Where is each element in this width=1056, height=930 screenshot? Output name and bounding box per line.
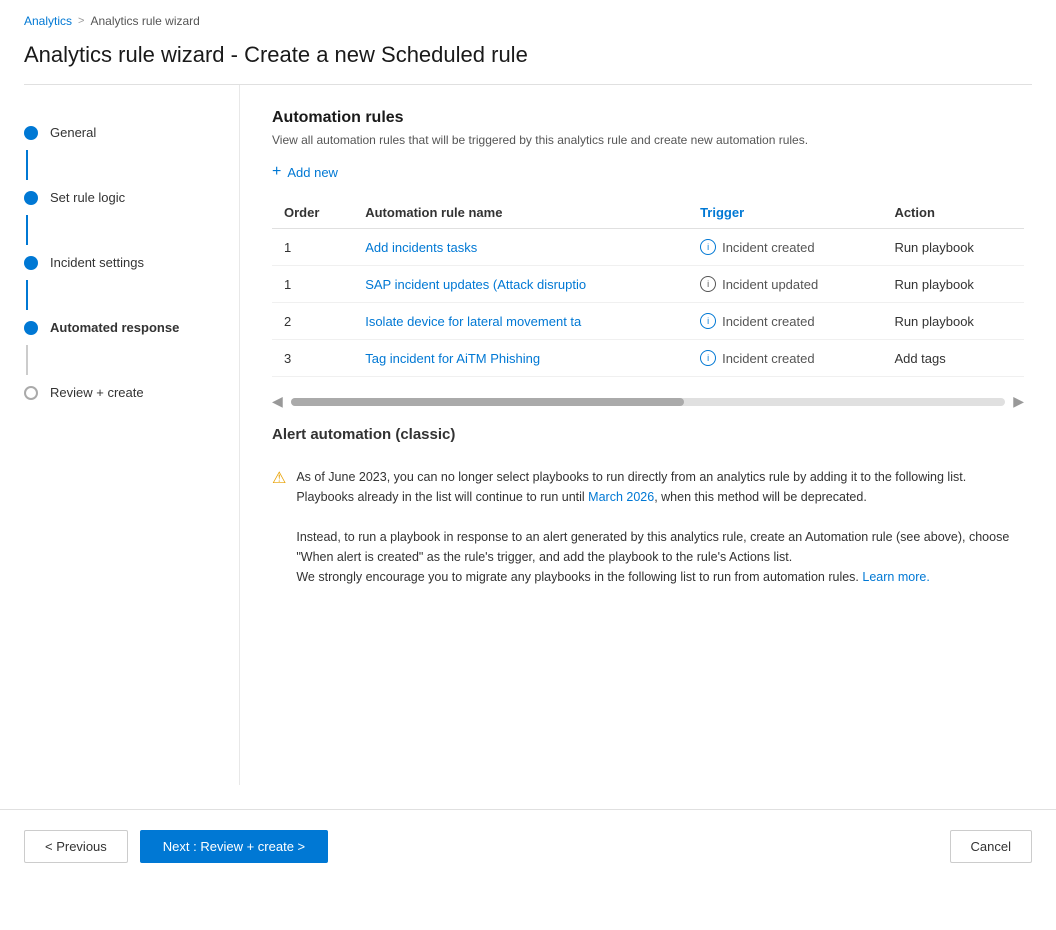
cell-order: 2 xyxy=(272,303,353,340)
warning-text-content: As of June 2023, you can no longer selec… xyxy=(296,467,1024,587)
breadcrumb-separator: > xyxy=(78,15,84,27)
cell-trigger: i Incident created xyxy=(688,303,882,340)
nav-item-set-rule-logic[interactable]: Set rule logic xyxy=(20,180,219,215)
nav-label-set-rule-logic: Set rule logic xyxy=(50,190,125,205)
nav-dot-general xyxy=(24,126,38,140)
next-review-create-button[interactable]: Next : Review + create > xyxy=(140,830,328,863)
warning-text-1: As of June 2023, you can no longer selec… xyxy=(296,470,966,504)
trigger-label: Incident created xyxy=(722,314,815,329)
cell-order: 3 xyxy=(272,340,353,377)
table-row: 3Tag incident for AiTM Phishing i Incident… xyxy=(272,340,1024,377)
nav-label-automated-response: Automated response xyxy=(50,320,179,335)
col-name: Automation rule name xyxy=(353,197,688,229)
cell-trigger: i Incident created xyxy=(688,229,882,266)
nav-dot-automated-response xyxy=(24,321,38,335)
cell-name[interactable]: Tag incident for AiTM Phishing xyxy=(353,340,688,377)
nav-item-incident-settings[interactable]: Incident settings xyxy=(20,245,219,280)
nav-item-review-create[interactable]: Review + create xyxy=(20,375,219,410)
scrollbar-thumb xyxy=(291,398,684,406)
cell-action: Run playbook xyxy=(882,266,1024,303)
trigger-icon: i xyxy=(700,239,716,255)
right-content: Automation rules View all automation rul… xyxy=(240,85,1056,785)
alert-automation-section: Alert automation (classic) ⚠ As of June … xyxy=(272,426,1024,599)
trigger-label: Incident created xyxy=(722,240,815,255)
cell-name[interactable]: SAP incident updates (Attack disruptio xyxy=(353,266,688,303)
nav-dot-set-rule-logic xyxy=(24,191,38,205)
trigger-icon: i xyxy=(700,350,716,366)
footer: < Previous Next : Review + create > Canc… xyxy=(0,810,1056,883)
add-new-label: Add new xyxy=(287,165,338,180)
col-trigger: Trigger xyxy=(688,197,882,229)
cell-trigger: i Incident updated xyxy=(688,266,882,303)
automation-rules-table: Order Automation rule name Trigger Actio… xyxy=(272,197,1024,377)
automation-rules-desc: View all automation rules that will be t… xyxy=(272,133,1024,147)
scroll-right-icon[interactable]: ▶ xyxy=(1013,393,1024,410)
nav-dot-review-create xyxy=(24,386,38,400)
wizard-nav: General Set rule logic Incident settings… xyxy=(0,85,240,785)
table-row: 2Isolate device for lateral movement tai… xyxy=(272,303,1024,340)
nav-label-general: General xyxy=(50,125,96,140)
cell-name[interactable]: Isolate device for lateral movement ta xyxy=(353,303,688,340)
cell-action: Run playbook xyxy=(882,229,1024,266)
breadcrumb: Analytics > Analytics rule wizard xyxy=(0,0,1056,34)
trigger-label: Incident updated xyxy=(722,277,818,292)
warning-text-3: We strongly encourage you to migrate any… xyxy=(296,570,929,584)
col-order: Order xyxy=(272,197,353,229)
trigger-icon: i xyxy=(700,276,716,292)
nav-line-4 xyxy=(26,345,28,375)
cell-trigger: i Incident created xyxy=(688,340,882,377)
previous-button[interactable]: < Previous xyxy=(24,830,128,863)
nav-line-2 xyxy=(26,215,28,245)
nav-line-3 xyxy=(26,280,28,310)
trigger-label: Incident created xyxy=(722,351,815,366)
warning-box: ⚠ As of June 2023, you can no longer sel… xyxy=(272,455,1024,599)
alert-automation-title: Alert automation (classic) xyxy=(272,426,1024,443)
breadcrumb-parent[interactable]: Analytics xyxy=(24,14,72,28)
cancel-button[interactable]: Cancel xyxy=(950,830,1032,863)
learn-more-link[interactable]: Learn more. xyxy=(862,570,929,584)
nav-item-general[interactable]: General xyxy=(20,115,219,150)
footer-left: < Previous Next : Review + create > xyxy=(24,830,328,863)
nav-item-automated-response[interactable]: Automated response xyxy=(20,310,219,345)
add-new-icon: + xyxy=(272,163,281,181)
add-new-button[interactable]: + Add new xyxy=(272,163,338,181)
scrollbar-track[interactable] xyxy=(291,398,1005,406)
automation-rules-section: Automation rules View all automation rul… xyxy=(272,109,1024,410)
warning-icon: ⚠ xyxy=(272,468,286,587)
page-title: Analytics rule wizard - Create a new Sch… xyxy=(0,34,1056,84)
nav-dot-incident-settings xyxy=(24,256,38,270)
cell-action: Add tags xyxy=(882,340,1024,377)
cell-order: 1 xyxy=(272,229,353,266)
nav-label-incident-settings: Incident settings xyxy=(50,255,144,270)
col-action: Action xyxy=(882,197,1024,229)
trigger-icon: i xyxy=(700,313,716,329)
table-row: 1Add incidents tasks i Incident created Run… xyxy=(272,229,1024,266)
cell-order: 1 xyxy=(272,266,353,303)
breadcrumb-current: Analytics rule wizard xyxy=(90,14,199,28)
cell-name[interactable]: Add incidents tasks xyxy=(353,229,688,266)
nav-line-1 xyxy=(26,150,28,180)
cell-action: Run playbook xyxy=(882,303,1024,340)
table-row: 1SAP incident updates (Attack disruptioi… xyxy=(272,266,1024,303)
nav-label-review-create: Review + create xyxy=(50,385,144,400)
automation-rules-title: Automation rules xyxy=(272,109,1024,127)
warning-text-2: Instead, to run a playbook in response t… xyxy=(296,530,1009,564)
scroll-left-icon[interactable]: ◀ xyxy=(272,393,283,410)
scroll-area: ◀ ▶ xyxy=(272,393,1024,410)
